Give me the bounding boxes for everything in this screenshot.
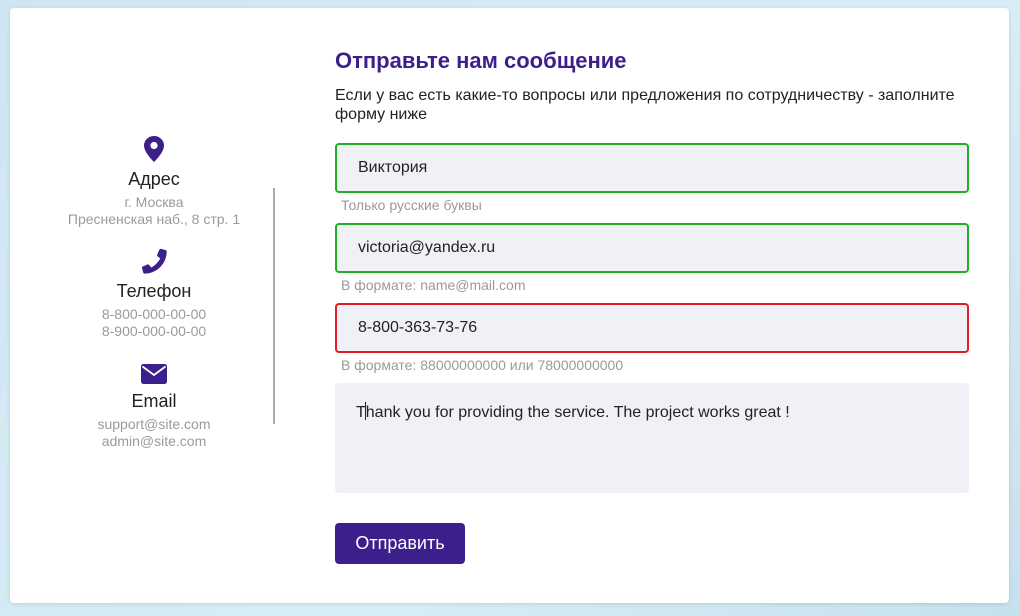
map-marker-icon (144, 136, 164, 162)
contact-address: Адрес г. Москва Пресненская наб., 8 стр.… (50, 136, 258, 228)
contacts-column: Адрес г. Москва Пресненская наб., 8 стр.… (10, 8, 300, 603)
envelope-icon (141, 364, 167, 384)
address-line-1: г. Москва (124, 194, 184, 210)
email-hint: В формате: name@mail.com (341, 277, 526, 293)
email-line-2: admin@site.com (101, 433, 207, 449)
form-title: Отправьте нам сообщение (335, 48, 627, 73)
vertical-divider (273, 188, 275, 424)
message-text: hank you for providing the service. The … (365, 404, 790, 421)
phone-line-2: 8-900-000-00-00 (101, 323, 207, 339)
message-textarea[interactable]: Thank you for providing the service. The… (335, 383, 969, 493)
phone-icon (141, 248, 167, 274)
phone-input[interactable]: 8-800-363-73-76 (335, 303, 969, 353)
phone-title: Телефон (116, 281, 192, 301)
submit-button[interactable]: Отправить (335, 523, 465, 564)
contact-card: Адрес г. Москва Пресненская наб., 8 стр.… (10, 8, 1009, 603)
form-description: Если у вас есть какие-то вопросы или пре… (335, 87, 955, 123)
name-hint: Только русские буквы (341, 197, 482, 213)
email-line-1: support@site.com (97, 416, 211, 432)
contact-phone: Телефон 8-800-000-00-00 8-900-000-00-00 (50, 248, 258, 340)
phone-hint: В формате: 88000000000 или 78000000000 (341, 357, 624, 373)
email-title: Email (131, 391, 177, 411)
name-input[interactable]: Виктория (335, 143, 969, 193)
email-input[interactable]: victoria@yandex.ru (335, 223, 969, 273)
phone-line-1: 8-800-000-00-00 (101, 306, 207, 322)
address-line-2: Пресненская наб., 8 стр. 1 (67, 211, 241, 227)
address-title: Адрес (128, 169, 180, 189)
contact-email: Email support@site.com admin@site.com (50, 364, 258, 450)
